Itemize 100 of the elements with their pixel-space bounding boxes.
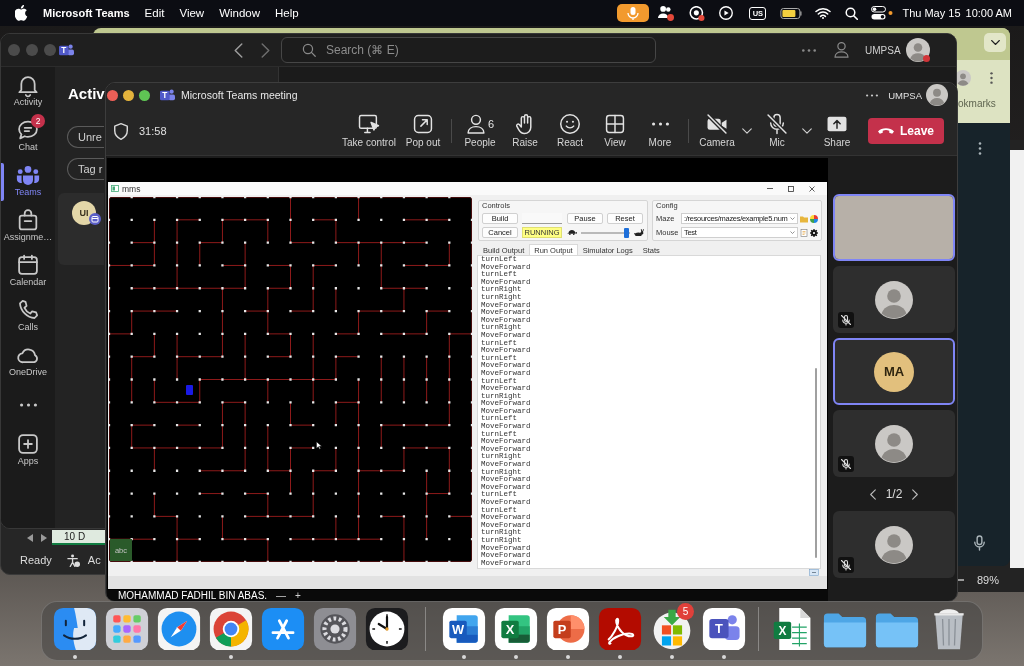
share-button[interactable]: Share: [815, 109, 859, 153]
previous-page-icon[interactable]: [869, 488, 876, 500]
chevron-down-icon: [790, 231, 795, 234]
more-icon[interactable]: [990, 72, 993, 84]
back-icon[interactable]: [234, 42, 243, 58]
take-control-button[interactable]: Take control: [338, 109, 400, 153]
participant-tile[interactable]: [833, 410, 955, 477]
scrollbar-thumb[interactable]: [815, 368, 817, 558]
avatar-icon: [875, 424, 913, 463]
previous-sheet-icon[interactable]: [27, 533, 33, 542]
close-icon[interactable]: [809, 185, 815, 192]
settings-icon[interactable]: [810, 228, 818, 237]
t-chat-icon[interactable]: T: [702, 607, 746, 651]
avatar-icon[interactable]: [926, 84, 948, 106]
more-icon[interactable]: [866, 93, 879, 97]
time-text[interactable]: 10:00 AM: [965, 7, 1012, 19]
avatar-icon[interactable]: [905, 38, 930, 62]
phone-icon: [18, 300, 38, 320]
rail-item[interactable]: Assignme…: [1, 206, 55, 251]
p-presentation-icon[interactable]: P: [546, 607, 590, 651]
participant-tile[interactable]: [833, 511, 955, 578]
close-window-icon[interactable]: [107, 89, 118, 101]
hand-icon: [515, 113, 535, 134]
pop-out-button[interactable]: Pop out: [401, 109, 445, 153]
chat-icon: [18, 120, 38, 140]
bell-icon: [18, 75, 38, 95]
microphone-icon[interactable]: [617, 4, 650, 22]
minimize-window-icon[interactable]: [123, 89, 134, 101]
people-button[interactable]: 6 People: [458, 109, 502, 153]
chevron-down-icon: [990, 40, 1000, 45]
zoom-window-icon[interactable]: [139, 89, 150, 101]
sheet-tab[interactable]: 10 D: [52, 530, 106, 545]
turtle-icon: [567, 230, 577, 235]
more-button[interactable]: More: [638, 109, 682, 153]
accessibility-status[interactable]: Ac: [87, 554, 101, 566]
rail-item[interactable]: Apps: [1, 430, 55, 475]
camera-button[interactable]: Camera: [695, 109, 739, 153]
forward-icon[interactable]: [261, 42, 270, 58]
apple-icon[interactable]: [15, 5, 28, 21]
app-icon: [111, 185, 119, 192]
app-menu[interactable]: Microsoft Teams: [43, 7, 130, 19]
shield-icon[interactable]: [114, 122, 128, 140]
menu-item[interactable]: Window: [219, 7, 261, 19]
battery-icon[interactable]: [780, 7, 803, 19]
rail-item[interactable]: 2 Chat: [1, 116, 55, 161]
accessibility-icon[interactable]: [66, 553, 80, 567]
presenter-name: MOHAMMAD FADHIL BIN ABAS.: [118, 590, 268, 601]
leave-button[interactable]: Leave: [868, 118, 944, 144]
color-wheel-icon[interactable]: [810, 214, 818, 223]
zoom-in-button[interactable]: +: [295, 590, 301, 601]
rail-item[interactable]: Teams: [1, 161, 55, 206]
microphone-icon[interactable]: [974, 535, 985, 551]
play-icon[interactable]: [719, 6, 734, 20]
next-page-icon[interactable]: [912, 488, 919, 500]
speed-slider[interactable]: [581, 227, 630, 238]
react-button[interactable]: React: [548, 109, 592, 153]
dropdown-button[interactable]: [984, 33, 1006, 52]
raise-hand-button[interactable]: Raise: [503, 109, 547, 153]
rail-item[interactable]: Calendar: [1, 251, 55, 296]
rail-item[interactable]: Calls: [1, 296, 55, 341]
more-icon[interactable]: [978, 142, 982, 155]
chevron-down-icon[interactable]: [742, 128, 752, 134]
people-status-icon[interactable]: [658, 5, 675, 21]
control-center-icon[interactable]: [871, 6, 894, 20]
rail-item[interactable]: OneDrive: [1, 341, 55, 386]
slider-thumb[interactable]: [623, 227, 629, 238]
smiling-face-icon[interactable]: [53, 607, 97, 651]
w-document-icon[interactable]: W: [442, 607, 486, 651]
clock-icon[interactable]: [365, 607, 409, 651]
participant-tile[interactable]: MA: [833, 338, 955, 405]
participant-tile[interactable]: [833, 266, 955, 333]
more-icon[interactable]: [802, 48, 816, 52]
date-text[interactable]: Thu May 15: [902, 7, 961, 19]
mic-button[interactable]: Mic: [755, 109, 799, 153]
rail-item[interactable]: Activity: [1, 71, 55, 116]
wifi-icon[interactable]: [815, 7, 832, 19]
compass-icon[interactable]: [157, 607, 201, 651]
window-title: mms: [122, 183, 141, 194]
view-button[interactable]: View: [593, 109, 637, 153]
x-spreadsheet-icon[interactable]: X: [494, 607, 538, 651]
app-grid-icon[interactable]: [105, 607, 149, 651]
panel-toggle-icon[interactable]: [809, 569, 819, 576]
app-store-icon[interactable]: [261, 607, 305, 651]
next-sheet-icon[interactable]: [41, 533, 47, 542]
menu-item[interactable]: Edit: [144, 7, 165, 19]
maximize-icon[interactable]: [788, 185, 794, 192]
menu-item[interactable]: Help: [275, 7, 299, 19]
pdf-icon[interactable]: [598, 607, 642, 651]
search-field[interactable]: Search (⌘ E): [281, 37, 656, 63]
browser-icon[interactable]: [209, 607, 253, 651]
account-name[interactable]: UMPSA: [865, 44, 901, 56]
activity-card[interactable]: UI: [58, 193, 104, 265]
zoom-out-button[interactable]: —: [276, 590, 287, 601]
record-status-icon[interactable]: [689, 5, 706, 21]
menu-item[interactable]: View: [179, 7, 205, 19]
person-icon[interactable]: [834, 42, 849, 58]
account-name[interactable]: UMPSA: [888, 89, 922, 101]
position-marker-icon: [186, 385, 193, 395]
chevron-down-icon[interactable]: [802, 128, 812, 134]
search-icon[interactable]: [845, 6, 859, 20]
